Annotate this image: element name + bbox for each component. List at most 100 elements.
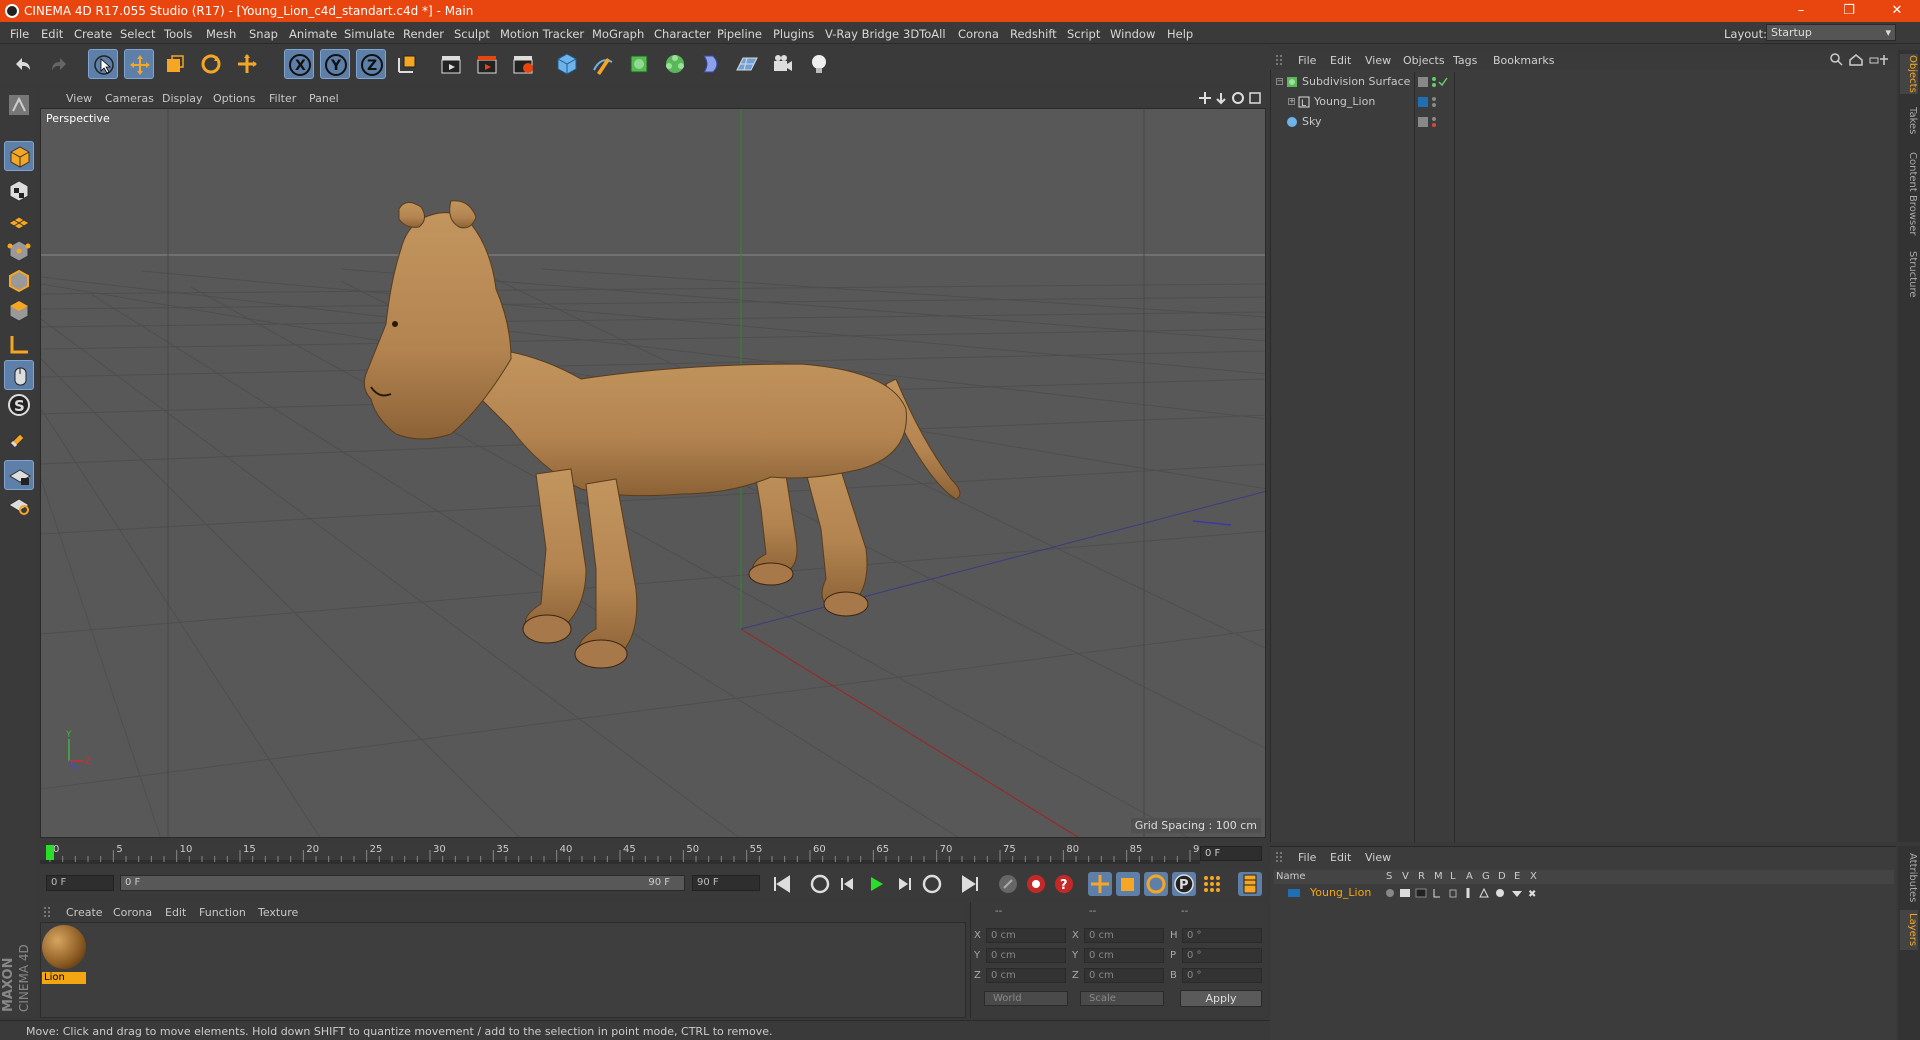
tab-content-browser[interactable]: Content Browser: [1900, 146, 1918, 242]
tab-layers[interactable]: Layers: [1900, 910, 1918, 950]
subdivision-surface-status-icons[interactable]: [1418, 76, 1452, 88]
coord-pos-x-field[interactable]: 0 cm: [986, 928, 1066, 943]
object-menu-edit[interactable]: Edit: [1330, 54, 1351, 67]
menu-plugins[interactable]: Plugins: [773, 27, 814, 41]
menu-character[interactable]: Character: [654, 27, 711, 41]
lock-workplane-button[interactable]: [4, 460, 34, 490]
menu-file[interactable]: File: [10, 27, 29, 41]
object-menu-tags[interactable]: Tags: [1453, 54, 1477, 67]
solo-button[interactable]: S: [4, 390, 34, 420]
menu-simulate[interactable]: Simulate: [344, 27, 395, 41]
layer-menu-view[interactable]: View: [1365, 851, 1391, 864]
object-row-young-lion[interactable]: + L Young_Lion: [1274, 94, 1414, 110]
menu-render[interactable]: Render: [403, 27, 444, 41]
young-lion-status-icons[interactable]: [1418, 96, 1452, 108]
object-menu-view[interactable]: View: [1365, 54, 1391, 67]
tab-structure[interactable]: Structure: [1900, 246, 1918, 302]
coord-size-y-field[interactable]: 0 cm: [1084, 948, 1164, 963]
material-swatch[interactable]: [42, 925, 86, 969]
tab-objects[interactable]: Objects: [1900, 54, 1918, 94]
menu-animate[interactable]: Animate: [289, 27, 337, 41]
minimize-button[interactable]: –: [1778, 0, 1824, 22]
render-view-button[interactable]: [436, 49, 466, 79]
menu-mograph[interactable]: MoGraph: [592, 27, 644, 41]
sky-status-icons[interactable]: [1418, 116, 1452, 128]
light-button[interactable]: [804, 49, 834, 79]
layer-menu-file[interactable]: File: [1298, 851, 1316, 864]
points-mode-button[interactable]: [4, 236, 34, 266]
playhead-marker[interactable]: [46, 845, 54, 860]
spline-pen-button[interactable]: [588, 49, 618, 79]
layer-row-young-lion[interactable]: Young_Lion ✖: [1274, 886, 1894, 900]
viewport-menu-panel[interactable]: Panel: [309, 92, 339, 105]
keyframe-selection-button[interactable]: ?: [1052, 872, 1076, 896]
autokey-button[interactable]: [1024, 872, 1048, 896]
timeline-window-button[interactable]: [1238, 872, 1262, 896]
previous-key-button[interactable]: [808, 872, 832, 896]
object-menu-bookmarks[interactable]: Bookmarks: [1493, 54, 1554, 67]
axis-mode-button[interactable]: [4, 330, 34, 360]
go-to-end-button[interactable]: [958, 872, 982, 896]
coord-rot-p-field[interactable]: 0 °: [1182, 948, 1262, 963]
play-forward-button[interactable]: [864, 872, 888, 896]
layer-menu-edit[interactable]: Edit: [1330, 851, 1351, 864]
viewport-menu-options[interactable]: Options: [213, 92, 255, 105]
menu-mesh[interactable]: Mesh: [206, 27, 236, 41]
object-row-sky[interactable]: Sky: [1274, 114, 1414, 130]
menu-3dtoall[interactable]: 3DToAll: [903, 27, 946, 41]
object-row-subdivision-surface[interactable]: − Subdivision Surface: [1274, 74, 1414, 90]
render-picture-viewer-button[interactable]: [472, 49, 502, 79]
material-menu-create[interactable]: Create: [66, 906, 103, 919]
next-frame-button[interactable]: [892, 872, 916, 896]
coord-pos-y-field[interactable]: 0 cm: [986, 948, 1066, 963]
coord-pos-z-field[interactable]: 0 cm: [986, 968, 1066, 983]
expand-toggle-icon[interactable]: +: [1288, 98, 1295, 105]
coord-system-dropdown[interactable]: World: [984, 991, 1068, 1006]
coord-size-mode-dropdown[interactable]: Scale: [1080, 991, 1164, 1006]
layer-toggle-icons[interactable]: ✖: [1384, 887, 1544, 899]
move-tool-button[interactable]: [124, 49, 154, 79]
render-settings-button[interactable]: [508, 49, 538, 79]
menu-edit[interactable]: Edit: [41, 27, 63, 41]
menu-motion-tracker[interactable]: Motion Tracker: [500, 27, 584, 41]
menu-sculpt[interactable]: Sculpt: [454, 27, 490, 41]
model-mode-button[interactable]: [4, 141, 34, 171]
material-menu-corona[interactable]: Corona: [113, 906, 152, 919]
subdivision-surface-button[interactable]: [624, 49, 654, 79]
timeline-ruler[interactable]: 051015202530354045505560657075808590: [40, 842, 1266, 864]
object-menu-file[interactable]: File: [1298, 54, 1316, 67]
undo-button[interactable]: [8, 49, 38, 79]
record-scale-button[interactable]: [1116, 872, 1140, 896]
perspective-viewport[interactable]: Y Z Perspective Grid Spacing : 100 cm: [40, 108, 1266, 838]
viewport-menu-filter[interactable]: Filter: [269, 92, 296, 105]
z-axis-lock-button[interactable]: Z: [356, 49, 386, 79]
x-axis-lock-button[interactable]: X: [284, 49, 314, 79]
object-manager-tool-icons[interactable]: [1830, 53, 1894, 67]
start-frame-field[interactable]: 0 F: [46, 875, 114, 891]
cloner-button[interactable]: [660, 49, 690, 79]
end-frame-field[interactable]: 90 F: [692, 875, 760, 891]
record-position-button[interactable]: [1088, 872, 1112, 896]
record-keys-button[interactable]: [996, 872, 1020, 896]
menu-select[interactable]: Select: [120, 27, 155, 41]
make-editable-button[interactable]: [4, 90, 34, 120]
tab-takes[interactable]: Takes: [1900, 104, 1918, 138]
close-button[interactable]: ✕: [1874, 0, 1920, 22]
redo-button[interactable]: [44, 49, 74, 79]
transform-tool-button[interactable]: [232, 49, 262, 79]
coordinate-system-button[interactable]: [392, 49, 422, 79]
menu-redshift[interactable]: Redshift: [1010, 27, 1057, 41]
viewport-menu-display[interactable]: Display: [162, 92, 203, 105]
frame-range-slider[interactable]: 0 F 90 F: [120, 875, 685, 891]
viewport-menu-view[interactable]: View: [66, 92, 92, 105]
deformer-button[interactable]: [696, 49, 726, 79]
collapse-toggle-icon[interactable]: −: [1276, 78, 1283, 85]
texture-mode-button[interactable]: [4, 176, 34, 206]
viewport-menu-cameras[interactable]: Cameras: [105, 92, 154, 105]
scale-tool-button[interactable]: [160, 49, 190, 79]
viewport-nav-icons[interactable]: [1198, 91, 1266, 105]
material-name-label[interactable]: Lion: [42, 972, 86, 984]
material-menu-edit[interactable]: Edit: [165, 906, 186, 919]
restore-button[interactable]: ❐: [1826, 0, 1872, 22]
camera-button[interactable]: [768, 49, 798, 79]
